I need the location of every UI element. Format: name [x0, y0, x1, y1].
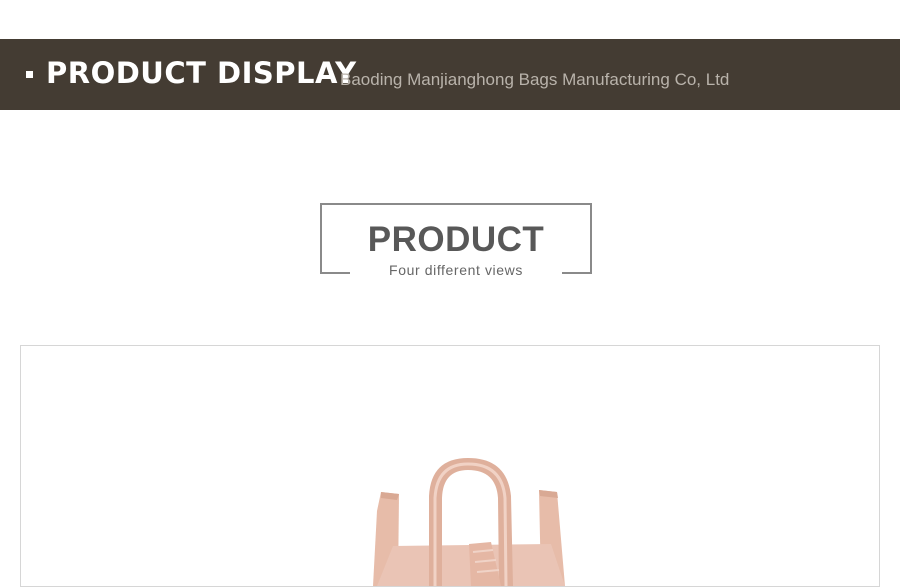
banner-company-name: Baoding Manjianghong Bags Manufacturing … [340, 70, 730, 89]
banner-title: PRODUCT DISPLAY [46, 56, 357, 90]
section-title: PRODUCT [367, 220, 545, 259]
section-subtitle: Four different views [389, 262, 523, 278]
product-image-frame [20, 345, 880, 587]
square-bullet-icon [26, 71, 33, 78]
product-display-banner: PRODUCT DISPLAY Baoding Manjianghong Bag… [0, 39, 900, 110]
pink-canvas-bag-image [373, 458, 565, 586]
